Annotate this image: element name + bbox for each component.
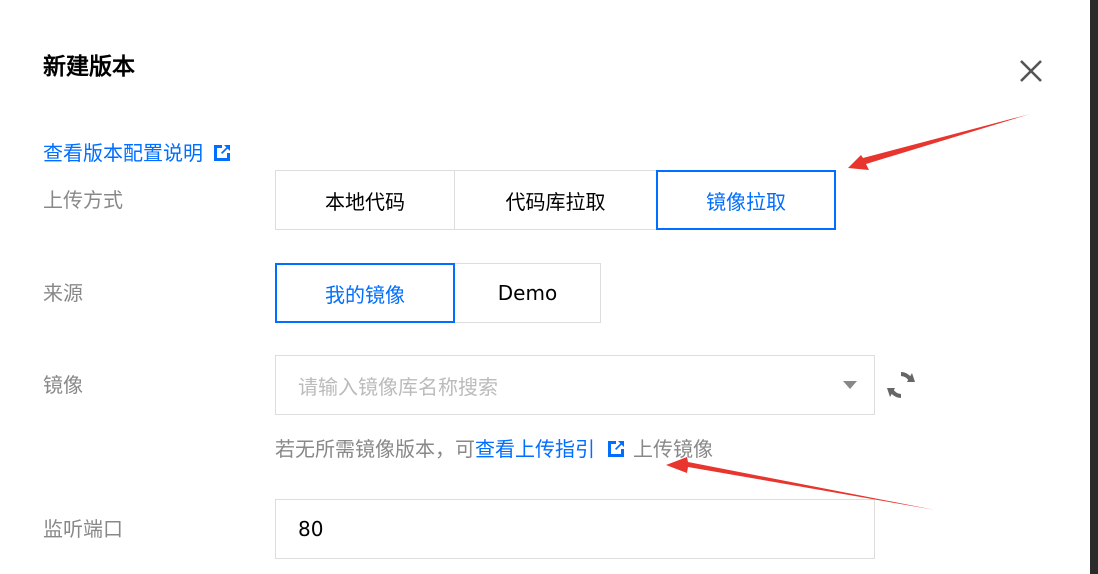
source-option-my-image[interactable]: 我的镜像 xyxy=(275,263,455,323)
dialog-title: 新建版本 xyxy=(43,54,135,80)
image-label: 镜像 xyxy=(43,373,83,397)
upload-guide-link[interactable]: 查看上传指引 xyxy=(475,433,595,465)
upload-guide-hint: 若无所需镜像版本，可 查看上传指引 上传镜像 xyxy=(275,433,713,465)
source-label: 来源 xyxy=(43,281,83,305)
image-search-placeholder: 请输入镜像库名称搜索 xyxy=(298,374,498,399)
doc-link[interactable]: 查看版本配置说明 xyxy=(43,136,233,170)
upload-option-repo[interactable]: 代码库拉取 xyxy=(454,170,657,230)
source-option-demo[interactable]: Demo xyxy=(454,263,601,323)
hint-prefix: 若无所需镜像版本，可 xyxy=(275,437,475,461)
hint-suffix: 上传镜像 xyxy=(633,437,713,461)
upload-method-label: 上传方式 xyxy=(43,188,123,212)
port-label: 监听端口 xyxy=(43,517,123,541)
port-input[interactable]: 80 xyxy=(275,499,875,559)
close-button[interactable] xyxy=(1014,54,1048,88)
external-link-icon xyxy=(214,145,230,161)
refresh-icon[interactable] xyxy=(886,369,916,401)
upload-option-image[interactable]: 镜像拉取 xyxy=(656,170,836,230)
dropdown-arrow-icon xyxy=(843,381,857,389)
close-icon xyxy=(1020,60,1042,82)
doc-link-text: 查看版本配置说明 xyxy=(43,141,203,165)
upload-option-local[interactable]: 本地代码 xyxy=(275,170,455,230)
annotation-arrow-upload xyxy=(848,114,1030,170)
source-segmented: 我的镜像 Demo xyxy=(275,263,601,323)
upload-method-segmented: 本地代码 代码库拉取 镜像拉取 xyxy=(275,170,836,230)
image-search-select[interactable]: 请输入镜像库名称搜索 xyxy=(275,355,875,415)
external-link-icon[interactable] xyxy=(605,438,627,460)
window-edge xyxy=(1090,0,1098,574)
